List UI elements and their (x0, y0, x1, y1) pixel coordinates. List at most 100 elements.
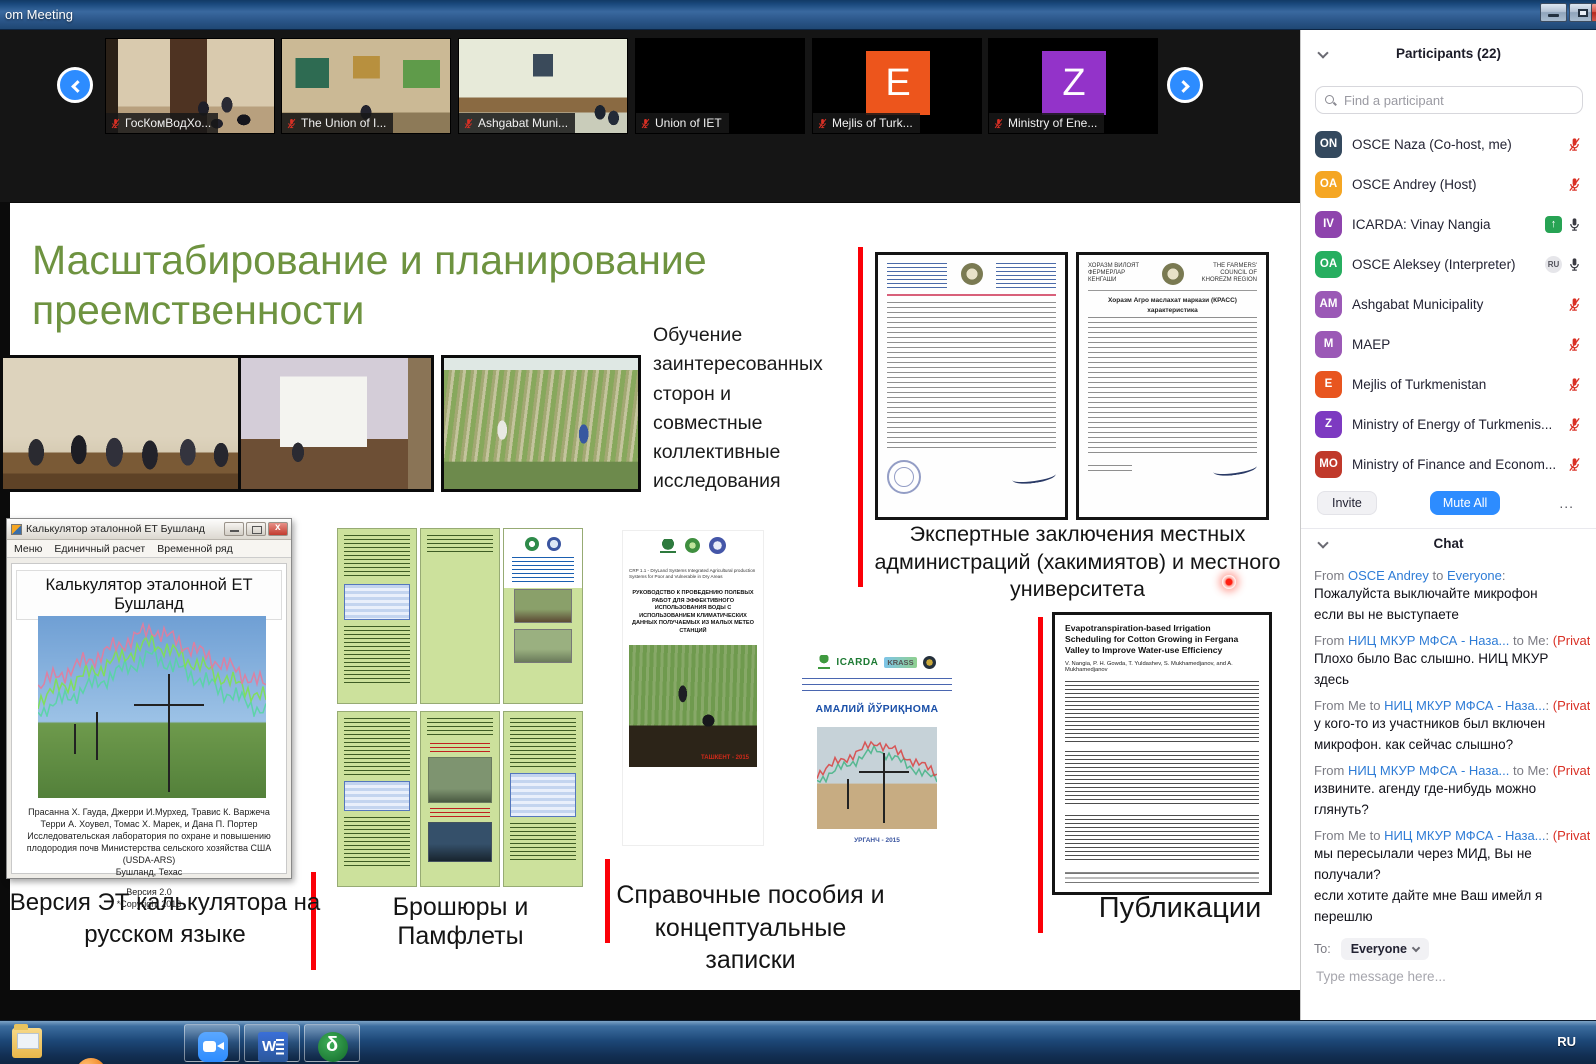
chat-header-part: From Me to (1314, 828, 1384, 843)
letterhead-right: THE FARMERS' COUNCIL OF KHOREZM REGION (1195, 263, 1257, 284)
video-thumbnail[interactable]: The Union of I... (281, 38, 451, 134)
chat-header-part: : (1546, 828, 1553, 843)
participant-row[interactable]: MO Ministry of Finance and Econom... (1301, 444, 1596, 484)
participant-name: OSCE Naza (Co-host, me) (1352, 137, 1557, 152)
publication-paragraph (1065, 681, 1259, 743)
brochure-panel (503, 711, 583, 887)
chevron-left-icon (71, 80, 84, 93)
participant-row[interactable]: IV ICARDA: Vinay Nangia ↑ (1301, 204, 1596, 244)
next-videos-button[interactable] (1167, 67, 1203, 103)
video-name-label: The Union of I... (282, 113, 393, 133)
chat-header-part: to Me: (1509, 633, 1552, 648)
emblem-seal-icon (1162, 263, 1184, 285)
uz-subtitle-lines (802, 678, 952, 691)
mic-icon (1567, 217, 1582, 232)
laser-pointer-dot (1222, 575, 1236, 589)
participant-row[interactable]: M MAEP (1301, 324, 1596, 364)
participant-search[interactable] (1315, 86, 1583, 114)
letter-rule (887, 294, 1056, 296)
chat-message: From НИЦ МКУР МФСА - Наза... to Me: (Pri… (1314, 633, 1590, 690)
crp-program-line: CRP 1.1 - DryLand Systems Integrated Agr… (629, 568, 757, 580)
video-thumbnail[interactable]: Z Ministry of Ene... (988, 38, 1158, 134)
muted-mic-icon (1567, 377, 1582, 392)
collapse-participants-icon[interactable] (1317, 47, 1328, 58)
chat-message-header: From OSCE Andrey to Everyone: (1314, 568, 1590, 583)
letterhead-left: ХОРАЗМ ВИЛОЯТ ФЕРМЕРЛАР КЕНГАШИ (1088, 263, 1150, 284)
chat-header-part: From (1314, 633, 1348, 648)
krass-logo-text: KRASS (884, 657, 916, 668)
search-input[interactable] (1342, 92, 1573, 109)
explorer-icon[interactable] (12, 1028, 42, 1058)
video-thumbnail[interactable]: E Mejlis of Turk... (812, 38, 982, 134)
avatar-letter-tile: E (866, 51, 930, 115)
chat-message-line: у кого-то из участников был включен (1314, 713, 1590, 734)
muted-mic-icon (640, 118, 651, 129)
meeting-main-area: ГосКомВодХо... The Union of I... Ashgaba… (0, 30, 1300, 1020)
participant-row[interactable]: OA OSCE Aleksey (Interpreter) RU (1301, 244, 1596, 284)
video-name-label: ГосКомВодХо... (106, 113, 218, 133)
muted-mic-icon (993, 118, 1004, 129)
collapse-chat-icon[interactable] (1317, 537, 1328, 548)
video-name-label: Ashgabat Muni... (459, 113, 575, 133)
minimize-button[interactable] (1540, 3, 1567, 22)
green-app-taskbar-button[interactable] (304, 1024, 360, 1062)
avatar-letter-tile: Z (1042, 51, 1106, 115)
emblem-seal-icon (961, 263, 983, 285)
expert-letter-farmers-council: ХОРАЗМ ВИЛОЯТ ФЕРМЕРЛАР КЕНГАШИ THE FARM… (1076, 252, 1269, 520)
signature-mark (1011, 468, 1056, 486)
more-options-button[interactable]: ... (1553, 494, 1580, 512)
photo-stakeholder-meeting (0, 355, 243, 492)
window-title: om Meeting (5, 7, 73, 22)
publication-title: Evapotranspiration-based Irrigation Sche… (1065, 623, 1259, 656)
letterhead-text-block (887, 263, 947, 289)
participant-row[interactable]: OA OSCE Andrey (Host) (1301, 164, 1596, 204)
chat-message: From OSCE Andrey to Everyone:Пожалуйста … (1314, 568, 1590, 625)
participant-list: ON OSCE Naza (Co-host, me) OA OSCE Andre… (1301, 124, 1596, 484)
mute-all-button[interactable]: Mute All (1430, 491, 1500, 515)
participant-row[interactable]: AM Ashgabat Municipality (1301, 284, 1596, 324)
video-thumbnail[interactable]: ГосКомВодХо... (105, 38, 275, 134)
invite-button[interactable]: Invite (1317, 491, 1377, 515)
photo-field-research (441, 355, 641, 492)
participant-avatar: ON (1315, 131, 1342, 158)
chat-header-part: to (1429, 568, 1447, 583)
chat-header-part: : (1502, 568, 1506, 583)
mic-icon (1567, 257, 1582, 272)
to-recipient-dropdown[interactable]: Everyone (1341, 938, 1429, 960)
zoom-taskbar-button[interactable] (184, 1024, 240, 1062)
participant-row[interactable]: E Mejlis of Turkmenistan (1301, 364, 1596, 404)
chevron-down-icon (1412, 943, 1420, 951)
muted-mic-icon (1567, 297, 1582, 312)
word-taskbar-button[interactable] (244, 1024, 300, 1062)
chart-overlay (817, 731, 937, 783)
letter-body-lines (1088, 317, 1257, 455)
et-lab-line: Исследовательская лаборатория по охране … (18, 830, 280, 866)
publication-footnotes (1065, 872, 1259, 886)
media-player-icon[interactable] (76, 1058, 106, 1064)
participant-name: Ashgabat Municipality (1352, 297, 1557, 312)
chat-message-header: From Me to НИЦ МКУР МФСА - Наза...: (Pri… (1314, 698, 1590, 713)
training-text: Обучение заинтересованных сторон и совме… (653, 321, 831, 497)
chat-message-input[interactable] (1314, 968, 1584, 985)
participant-avatar: Z (1315, 411, 1342, 438)
chat-title: Chat (1434, 536, 1464, 551)
brochure-panel (337, 711, 417, 887)
video-participant-name: Union of IET (655, 116, 722, 130)
participant-avatar: OA (1315, 251, 1342, 278)
prev-videos-button[interactable] (57, 67, 93, 103)
close-button[interactable] (1591, 3, 1596, 22)
screen-share-badge: ↑ (1545, 216, 1562, 233)
video-thumbnail[interactable]: Union of IET (635, 38, 805, 134)
participant-name: Mejlis of Turkmenistan (1352, 377, 1557, 392)
video-thumbnail[interactable]: Ashgabat Muni... (458, 38, 628, 134)
publication-paragraph (1065, 815, 1259, 863)
participant-row[interactable]: ON OSCE Naza (Co-host, me) (1301, 124, 1596, 164)
participant-row[interactable]: Z Ministry of Energy of Turkmenis... (1301, 404, 1596, 444)
chat-header-part: : (1546, 698, 1553, 713)
participant-avatar: MO (1315, 451, 1342, 478)
video-participant-name: Ministry of Ene... (1008, 116, 1097, 130)
manual-cover-ru: CRP 1.1 - DryLand Systems Integrated Agr… (622, 530, 764, 846)
et-menu-item: Единичный расчет (54, 543, 145, 555)
weather-mast (96, 712, 98, 760)
chat-header-part: (Private (1553, 633, 1590, 648)
